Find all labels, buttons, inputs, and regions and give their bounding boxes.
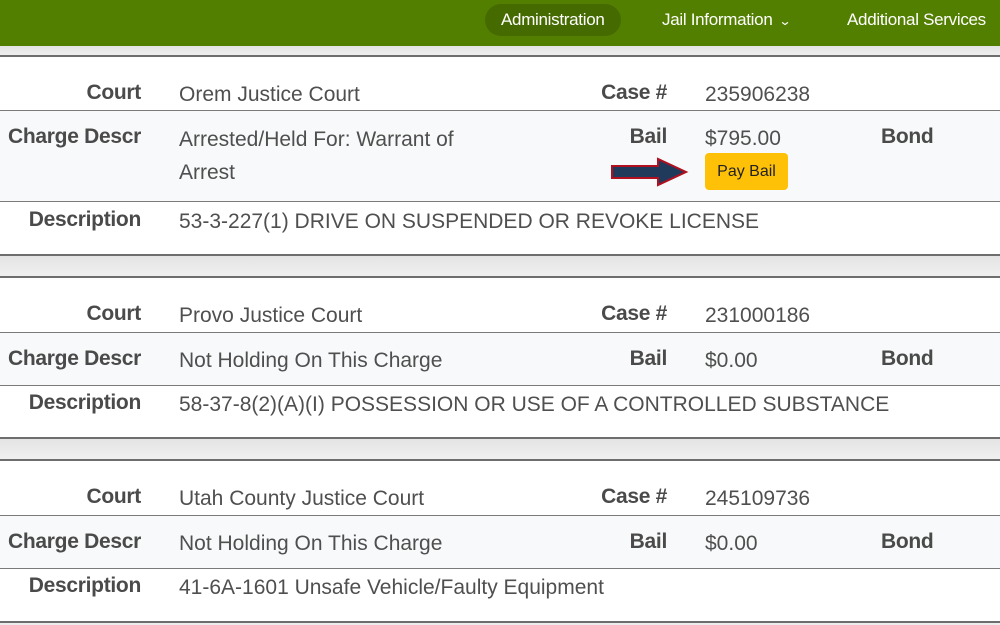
- bail-amount: $0.00: [705, 532, 758, 555]
- charge-descr-value: Not Holding On This Charge: [179, 532, 443, 555]
- bond-label: Bond: [881, 530, 934, 553]
- description-value: 58-37-8(2)(A)(I) POSSESSION OR USE OF A …: [179, 393, 890, 416]
- charge-descr-label: Charge Descr: [8, 125, 141, 148]
- description-row: Description 41-6A-1601 Unsafe Vehicle/Fa…: [0, 569, 1000, 623]
- case-label: Case #: [601, 485, 667, 508]
- nav-jail-information-label: Jail Information: [662, 10, 773, 29]
- description-value: 41-6A-1601 Unsafe Vehicle/Faulty Equipme…: [179, 576, 604, 599]
- court-value: Utah County Justice Court: [179, 487, 425, 510]
- bond-label: Bond: [881, 347, 934, 370]
- case-number: 235906238: [705, 83, 811, 106]
- charge-descr-value: Arrested/Held For: Warrant of Arrest: [179, 128, 454, 184]
- charge-descr-label: Charge Descr: [8, 530, 141, 553]
- court-value: Orem Justice Court: [179, 83, 360, 106]
- nav-administration-label: Administration: [501, 10, 605, 29]
- charge-row: Charge Descr Not Holding On This Charge …: [0, 515, 1000, 569]
- charge-row: Charge Descr Not Holding On This Charge …: [0, 332, 1000, 386]
- description-value: 53-3-227(1) DRIVE ON SUSPENDED OR REVOKE…: [179, 210, 760, 233]
- court-value: Provo Justice Court: [179, 304, 363, 327]
- bail-label: Bail: [629, 347, 668, 370]
- top-navbar: Administration Jail Information ⌄ Additio…: [0, 0, 1000, 46]
- case-number: 245109736: [705, 487, 811, 510]
- court-row: Court Orem Justice Court Case # 23590623…: [0, 57, 1000, 110]
- bail-label: Bail: [629, 530, 668, 553]
- bail-label: Bail: [629, 125, 668, 148]
- case-number: 231000186: [705, 304, 811, 327]
- nav-additional-services-label: Additional Services: [847, 10, 986, 29]
- charge-descr-label: Charge Descr: [8, 347, 141, 370]
- description-row: Description 58-37-8(2)(A)(I) POSSESSION …: [0, 386, 1000, 439]
- case-label: Case #: [601, 302, 667, 325]
- charge-card: Court Orem Justice Court Case # 23590623…: [0, 55, 1000, 256]
- arrow-right-icon: [611, 157, 689, 187]
- charge-card: Court Provo Justice Court Case # 2310001…: [0, 276, 1000, 439]
- court-label: Court: [86, 81, 142, 104]
- court-label: Court: [86, 485, 142, 508]
- description-label: Description: [28, 574, 142, 597]
- bail-amount: $795.00: [705, 127, 781, 150]
- bond-label: Bond: [881, 125, 934, 148]
- charge-row: Charge Descr Arrested/Held For: Warrant …: [0, 110, 1000, 202]
- court-row: Court Utah County Justice Court Case # 2…: [0, 461, 1000, 515]
- nav-additional-services[interactable]: Additional Services: [847, 4, 986, 36]
- court-row: Court Provo Justice Court Case # 2310001…: [0, 278, 1000, 332]
- pay-bail-button[interactable]: Pay Bail: [705, 153, 788, 190]
- charge-descr-value: Not Holding On This Charge: [179, 349, 443, 372]
- charge-card: Court Utah County Justice Court Case # 2…: [0, 459, 1000, 623]
- nav-jail-information[interactable]: Jail Information ⌄: [662, 4, 792, 36]
- nav-administration[interactable]: Administration: [485, 4, 621, 36]
- description-label: Description: [28, 208, 142, 231]
- bail-amount: $0.00: [705, 349, 758, 372]
- case-label: Case #: [601, 81, 667, 104]
- court-label: Court: [86, 302, 142, 325]
- description-label: Description: [28, 391, 142, 414]
- separator: [0, 439, 1000, 459]
- separator: [0, 256, 1000, 276]
- description-row: Description 53-3-227(1) DRIVE ON SUSPEND…: [0, 202, 1000, 256]
- chevron-down-icon: ⌄: [779, 13, 792, 28]
